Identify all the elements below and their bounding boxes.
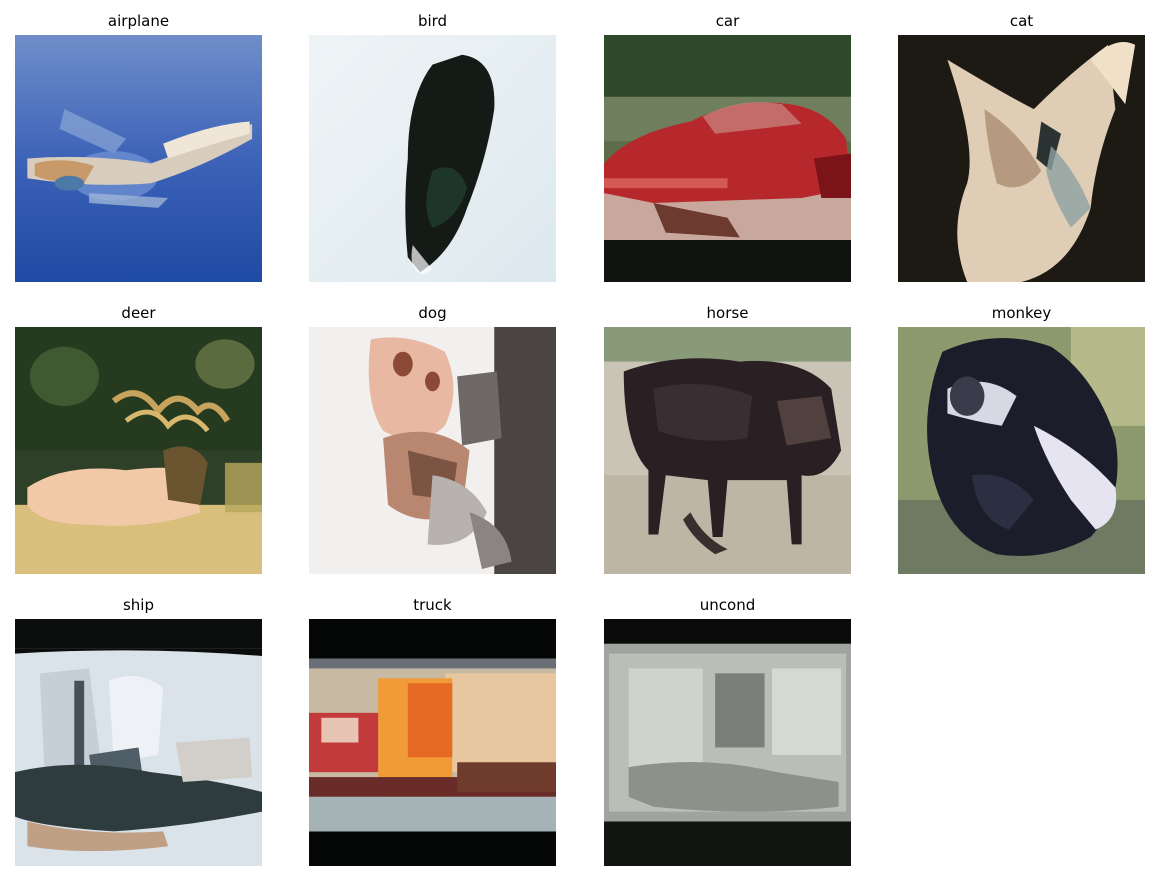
- generated-image-horse: [604, 327, 851, 574]
- panel-title: dog: [418, 304, 447, 322]
- panel-title: horse: [706, 304, 749, 322]
- panel-title: car: [715, 12, 740, 30]
- panel-title: uncond: [699, 596, 756, 614]
- generated-image-car: [604, 35, 851, 282]
- sample-grid: airplane bird car cat deer dog horse mon…: [0, 0, 1172, 885]
- panel-title: airplane: [107, 12, 170, 30]
- panel-monkey: monkey: [898, 301, 1145, 574]
- panel-horse: horse: [604, 301, 851, 574]
- panel-dog: dog: [309, 301, 556, 574]
- generated-image-ship: [15, 619, 262, 866]
- generated-image-truck: [309, 619, 556, 866]
- panel-airplane: airplane: [15, 9, 262, 282]
- generated-image-dog: [309, 327, 556, 574]
- panel-title: bird: [417, 12, 448, 30]
- panel-title: ship: [122, 596, 154, 614]
- panel-uncond: uncond: [604, 593, 851, 866]
- panel-bird: bird: [309, 9, 556, 282]
- panel-title: cat: [1009, 12, 1034, 30]
- panel-truck: truck: [309, 593, 556, 866]
- generated-image-airplane: [15, 35, 262, 282]
- panel-title: monkey: [991, 304, 1052, 322]
- generated-image-monkey: [898, 327, 1145, 574]
- generated-image-deer: [15, 327, 262, 574]
- generated-image-uncond: [604, 619, 851, 866]
- panel-car: car: [604, 9, 851, 282]
- generated-image-bird: [309, 35, 556, 282]
- panel-ship: ship: [15, 593, 262, 866]
- panel-title: truck: [413, 596, 452, 614]
- panel-title: deer: [121, 304, 156, 322]
- generated-image-cat: [898, 35, 1145, 282]
- panel-cat: cat: [898, 9, 1145, 282]
- panel-deer: deer: [15, 301, 262, 574]
